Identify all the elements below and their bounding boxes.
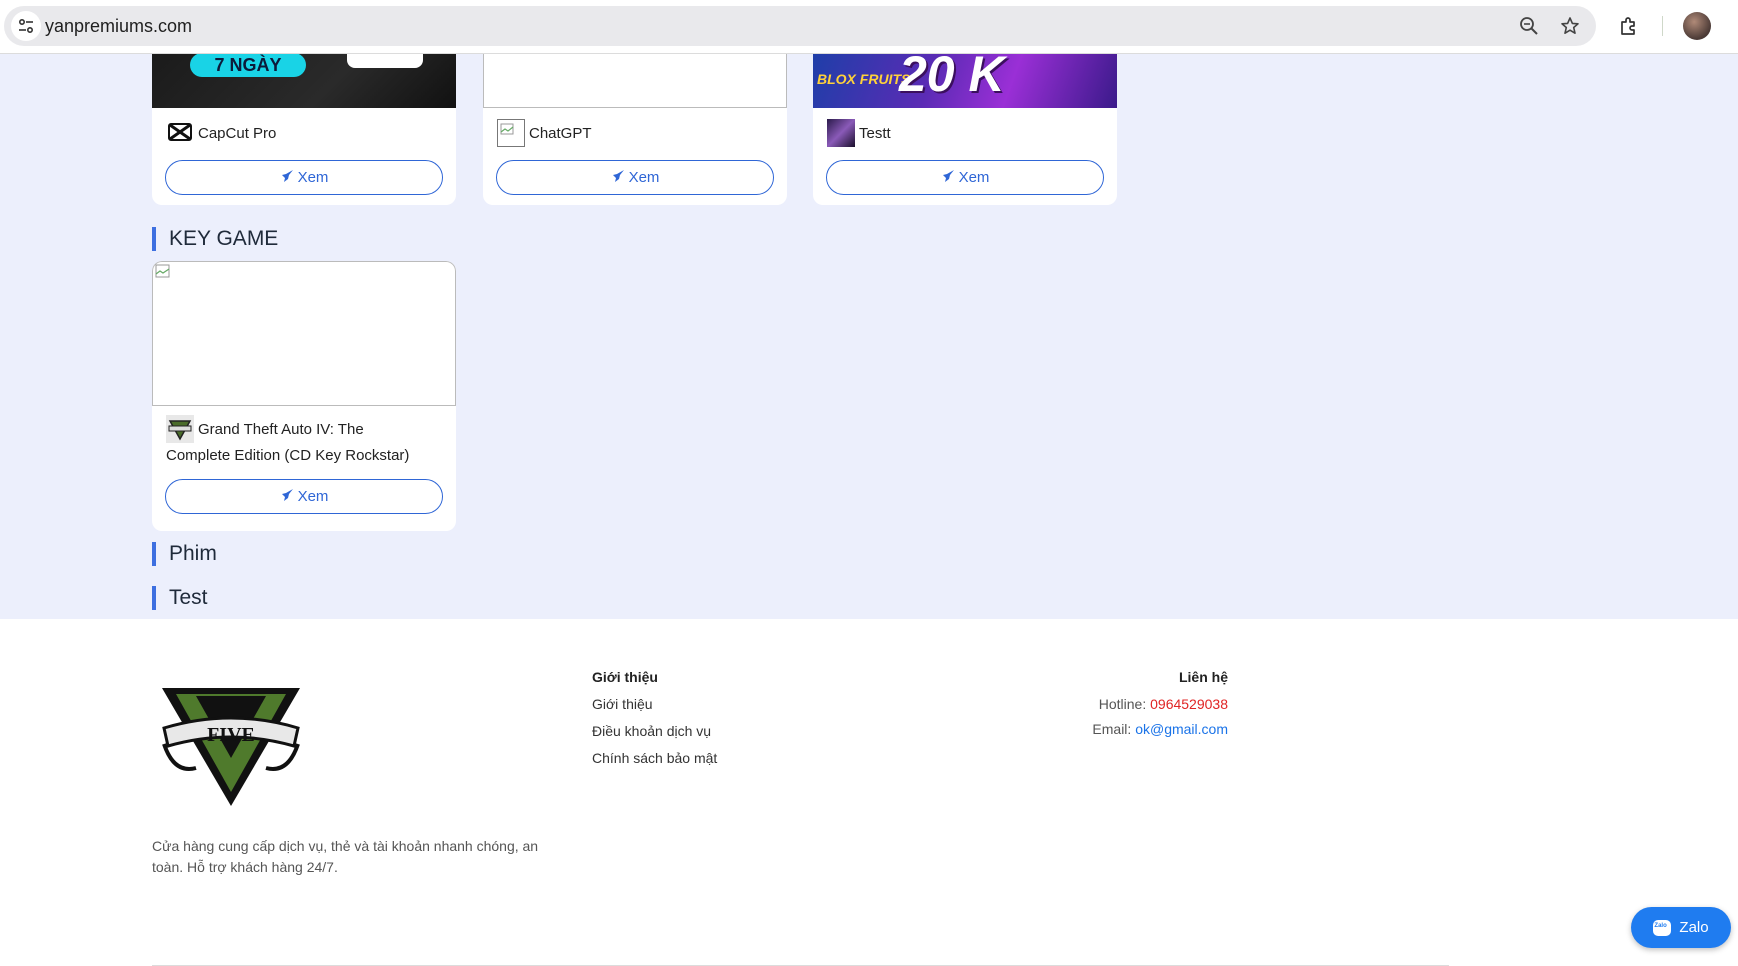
bookmark-star-icon[interactable]: [1558, 14, 1582, 38]
footer-description-line1: Cửa hàng cung cấp dịch vụ, thẻ và tài kh…: [152, 838, 539, 854]
view-button-label: Xem: [297, 169, 329, 186]
capcut-banner-text: 7 NGÀY: [190, 54, 306, 77]
card-title-line2: Complete Edition (CD Key Rockstar): [166, 447, 410, 464]
card-title-line1: Grand Theft Auto IV: The: [198, 420, 364, 438]
url-text[interactable]: yanpremiums.com: [45, 16, 192, 37]
card-title-text: ChatGPT: [529, 124, 592, 142]
view-button-testt[interactable]: Xem: [826, 160, 1104, 195]
footer-intro-heading: Giới thiệu: [592, 669, 658, 685]
banner-price-text: 20 K: [899, 54, 1005, 102]
view-button-label: Xem: [628, 169, 660, 186]
hotline-label: Hotline:: [1098, 696, 1147, 712]
section-heading-key-game: KEY GAME: [152, 227, 278, 251]
site-footer: FIVE Cửa hàng cung cấp dịch vụ, thẻ và t…: [0, 619, 1738, 966]
footer-gta-five-logo[interactable]: FIVE: [156, 684, 306, 809]
rocket-icon: [280, 488, 294, 506]
view-button-label: Xem: [297, 488, 329, 505]
profile-avatar[interactable]: [1683, 12, 1711, 40]
rocket-icon: [280, 169, 294, 187]
capcut-logo-icon: [166, 119, 194, 147]
email-label: Email:: [1092, 721, 1132, 737]
card-title-text: Testt: [859, 124, 891, 142]
footer-email: Email: ok@gmail.com: [1092, 721, 1228, 737]
email-value[interactable]: ok@gmail.com: [1135, 721, 1228, 737]
footer-link-about[interactable]: Giới thiệu: [592, 696, 653, 712]
footer-link-privacy[interactable]: Chính sách bảo mật: [592, 750, 717, 766]
card-title-text: CapCut Pro: [198, 124, 277, 142]
footer-logo-text: FIVE: [207, 724, 255, 746]
zalo-label: Zalo: [1679, 919, 1709, 936]
card-title-gta-iv[interactable]: Grand Theft Auto IV: The Complete Editio…: [166, 415, 446, 468]
testt-thumbnail-icon: [827, 119, 855, 147]
footer-description: Cửa hàng cung cấp dịch vụ, thẻ và tài kh…: [152, 836, 572, 878]
card-title-testt[interactable]: Testt: [827, 119, 891, 147]
footer-hotline: Hotline: 0964529038: [1099, 696, 1228, 712]
gta-banner-broken-image[interactable]: [152, 261, 456, 406]
card-title-capcut[interactable]: CapCut Pro: [166, 119, 276, 147]
blox-fruits-banner[interactable]: BLOX FRUITS 20 K: [813, 54, 1117, 108]
product-card-gta-iv: Grand Theft Auto IV: The Complete Editio…: [152, 261, 456, 531]
footer-link-terms[interactable]: Điều khoản dịch vụ: [592, 723, 711, 739]
zoom-icon[interactable]: [1517, 14, 1541, 38]
site-info-icon[interactable]: [11, 11, 41, 41]
product-card-chatgpt: ChatGPT Xem: [483, 54, 787, 205]
zalo-icon: Zalo: [1653, 919, 1672, 936]
gta-v-logo-icon: [166, 415, 194, 443]
broken-image-icon: [497, 119, 525, 147]
zalo-chat-button[interactable]: Zalo Zalo: [1631, 907, 1731, 948]
chatgpt-banner[interactable]: [483, 54, 787, 108]
banner-sub-text: BLOX FRUITS: [817, 71, 911, 87]
product-card-testt: BLOX FRUITS 20 K Testt Xem: [813, 54, 1117, 205]
capcut-banner-shape: [347, 54, 423, 68]
view-button-gta-iv[interactable]: Xem: [165, 479, 443, 514]
footer-contact-heading: Liên hệ: [1178, 669, 1228, 685]
toolbar-divider: [1662, 16, 1663, 36]
section-heading-phim: Phim: [152, 542, 217, 566]
capcut-banner[interactable]: 7 NGÀY: [152, 54, 456, 108]
address-bar[interactable]: yanpremiums.com: [4, 6, 1596, 46]
card-title-chatgpt[interactable]: ChatGPT: [497, 119, 592, 147]
view-button-capcut[interactable]: Xem: [165, 160, 443, 195]
rocket-icon: [941, 169, 955, 187]
browser-toolbar: yanpremiums.com: [0, 0, 1738, 54]
view-button-label: Xem: [958, 169, 990, 186]
broken-image-icon: [155, 264, 170, 278]
section-heading-test: Test: [152, 586, 208, 610]
rocket-icon: [611, 169, 625, 187]
hotline-value[interactable]: 0964529038: [1150, 696, 1228, 712]
page-content: 7 NGÀY CapCut Pro Xem ChatGPT Xem BLOX F…: [0, 54, 1738, 619]
product-card-capcut: 7 NGÀY CapCut Pro Xem: [152, 54, 456, 205]
footer-description-line2: toàn. Hỗ trợ khách hàng 24/7.: [152, 859, 338, 875]
extensions-icon[interactable]: [1615, 12, 1643, 40]
view-button-chatgpt[interactable]: Xem: [496, 160, 774, 195]
